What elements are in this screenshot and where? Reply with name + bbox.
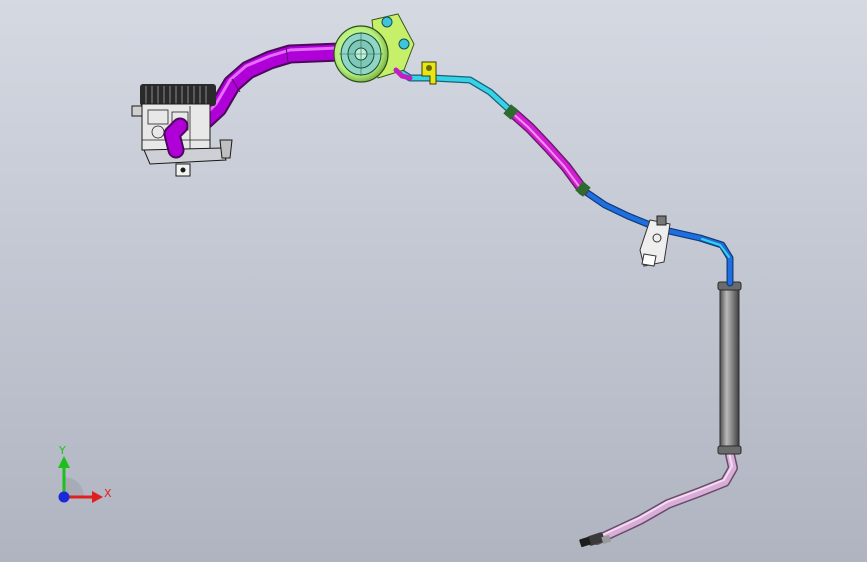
cad-viewport[interactable]: Y X [0,0,867,562]
magenta-hose-section[interactable] [503,104,591,197]
y-axis-label: Y [58,444,66,457]
return-line[interactable] [398,69,734,287]
pink-return-tube[interactable] [592,445,738,545]
coordinate-triad-icon: Y X [58,444,112,503]
z-axis-dot [58,491,70,503]
x-axis-arrow [92,491,103,503]
assembly-scene[interactable]: Y X [0,0,867,562]
y-axis-arrow [58,456,70,468]
oil-cooler-icon[interactable] [717,281,742,455]
x-axis-label: X [104,487,112,500]
